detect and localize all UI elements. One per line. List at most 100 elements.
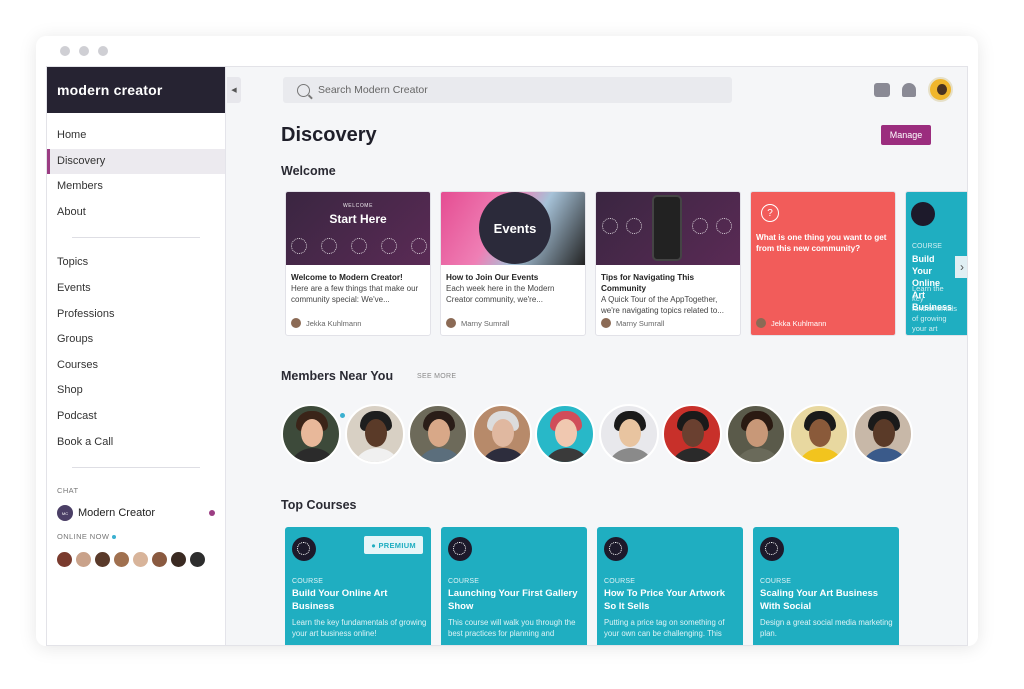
sidebar-item-shop[interactable]: Shop xyxy=(47,378,225,404)
sidebar-item-events[interactable]: Events xyxy=(47,276,225,302)
app-container: modern creator Home Discovery Members About… xyxy=(46,66,968,646)
starburst-icon xyxy=(321,238,337,254)
member-avatar[interactable] xyxy=(281,404,341,464)
sidebar-item-book-a-call[interactable]: Book a Call xyxy=(47,430,225,456)
author-name: Marny Sumrall xyxy=(616,318,665,328)
sidebar-item-podcast[interactable]: Podcast xyxy=(47,404,225,430)
window-controls xyxy=(60,46,108,56)
avatar[interactable] xyxy=(133,552,148,568)
avatar[interactable] xyxy=(152,552,167,568)
author-avatar xyxy=(446,318,456,328)
starburst-icon xyxy=(381,238,397,254)
avatar[interactable] xyxy=(95,552,110,568)
card-author: Jekka Kuhlmann xyxy=(756,318,826,328)
course-card[interactable]: COURSE Launching Your First Gallery Show T… xyxy=(441,527,587,645)
course-description: Learn the key fundamentals of growing yo… xyxy=(912,284,958,335)
tips-card[interactable]: Tips for Navigating This Community A Qui… xyxy=(595,191,741,336)
banner-title: Start Here xyxy=(329,212,387,226)
member-avatar[interactable] xyxy=(662,404,722,464)
avatar[interactable] xyxy=(57,552,72,568)
card-author: Jekka Kuhlmann xyxy=(291,318,361,328)
sidebar-item-members[interactable]: Members xyxy=(47,174,225,200)
header-actions xyxy=(874,77,953,102)
author-name: Jekka Kuhlmann xyxy=(771,318,827,328)
starburst-icon xyxy=(351,238,367,254)
avatar[interactable] xyxy=(171,552,186,568)
member-avatar[interactable] xyxy=(725,404,786,464)
avatar[interactable] xyxy=(190,552,205,568)
avatar-face xyxy=(682,419,704,447)
member-avatar[interactable] xyxy=(852,404,913,464)
sidebar-item-professions[interactable]: Professions xyxy=(47,302,225,328)
card-description: Here are a few things that make our comm… xyxy=(291,284,419,304)
sidebar-item-groups[interactable]: Groups xyxy=(47,327,225,353)
primary-nav: Home Discovery Members About xyxy=(47,123,225,225)
question-card[interactable]: ? What is one thing you want to get from… xyxy=(750,191,896,336)
avatar-face xyxy=(301,419,323,447)
member-avatar[interactable] xyxy=(344,404,405,464)
secondary-nav: Topics Events Professions Groups Courses Shop… xyxy=(47,250,225,455)
manage-button[interactable]: Manage xyxy=(881,125,931,145)
starburst-icon xyxy=(604,537,628,561)
community-logo-icon: MC xyxy=(57,505,73,522)
course-title: Scaling Your Art Business With Social xyxy=(760,588,879,612)
banner-small-text: WELCOME xyxy=(342,203,374,209)
welcome-heading: Welcome xyxy=(281,164,336,178)
course-card[interactable]: COURSE Scaling Your Art Business With Soc… xyxy=(753,527,899,645)
starburst-icon xyxy=(448,537,472,561)
avatar-body xyxy=(669,448,719,462)
card-banner: Events xyxy=(441,192,585,265)
sidebar-item-discovery[interactable]: Discovery xyxy=(47,148,225,175)
events-badge: Events xyxy=(479,192,551,264)
course-card[interactable]: ● PREMIUM COURSE Build Your Online Art Bus… xyxy=(285,527,431,645)
member-avatar[interactable] xyxy=(408,404,468,464)
starburst-icon xyxy=(911,202,935,226)
window-dot[interactable] xyxy=(98,46,108,56)
search-input[interactable]: Search Modern Creator xyxy=(283,77,732,103)
avatar-body xyxy=(351,448,402,462)
avatar-body xyxy=(542,448,592,462)
avatar[interactable] xyxy=(928,77,953,102)
avatar-body xyxy=(732,448,783,462)
page-title: Discovery xyxy=(281,124,377,146)
brand-logo[interactable]: modern creator xyxy=(47,67,225,113)
sidebar-item-courses[interactable]: Courses xyxy=(47,353,225,379)
bell-icon[interactable] xyxy=(902,82,916,97)
avatar-face xyxy=(618,419,641,447)
card-description: A Quick Tour of the AppTogether, we're n… xyxy=(601,295,724,315)
course-label: COURSE xyxy=(604,578,636,585)
online-indicator xyxy=(112,534,117,539)
course-description: Learn the key fundamentals of growing yo… xyxy=(292,618,427,638)
sidebar-item-topics[interactable]: Topics xyxy=(47,250,225,276)
avatar[interactable] xyxy=(76,552,91,568)
chat-bubbles-icon[interactable] xyxy=(874,82,890,97)
member-avatar[interactable] xyxy=(535,404,595,464)
member-avatar[interactable] xyxy=(789,404,849,464)
sidebar-item-home[interactable]: Home xyxy=(47,123,225,149)
window-dot[interactable] xyxy=(79,46,89,56)
member-avatar[interactable] xyxy=(598,404,659,464)
course-card[interactable]: COURSE How To Price Your Artwork So It Se… xyxy=(597,527,743,645)
member-avatar[interactable] xyxy=(471,404,532,464)
starburst-icon xyxy=(602,218,618,234)
premium-label: PREMIUM xyxy=(378,540,416,550)
chat-item-modern-creator[interactable]: MC Modern Creator xyxy=(47,504,225,522)
online-indicator xyxy=(340,413,345,418)
course-title: How To Price Your Artwork So It Sells xyxy=(604,588,726,612)
sidebar: modern creator Home Discovery Members About… xyxy=(47,67,226,645)
carousel-next-icon[interactable]: › xyxy=(955,256,967,278)
course-description: Putting a price tag on something of your… xyxy=(604,618,725,638)
question-text: What is one thing you want to get from t… xyxy=(756,233,887,253)
events-card[interactable]: Events How to Join Our Events Each week … xyxy=(440,191,586,336)
welcome-card[interactable]: WELCOME Start Here Welcome to Modern Cre… xyxy=(285,191,431,336)
course-label: COURSE xyxy=(760,578,792,585)
online-now-heading: ONLINE NOW xyxy=(47,532,225,541)
online-avatars xyxy=(47,552,225,568)
see-more-link[interactable]: SEE MORE xyxy=(417,373,456,380)
avatar-face xyxy=(745,419,768,447)
avatar-body xyxy=(796,448,846,462)
chat-item-label: Modern Creator xyxy=(78,507,156,520)
avatar[interactable] xyxy=(114,552,129,568)
window-dot[interactable] xyxy=(60,46,70,56)
sidebar-item-about[interactable]: About xyxy=(47,200,225,226)
